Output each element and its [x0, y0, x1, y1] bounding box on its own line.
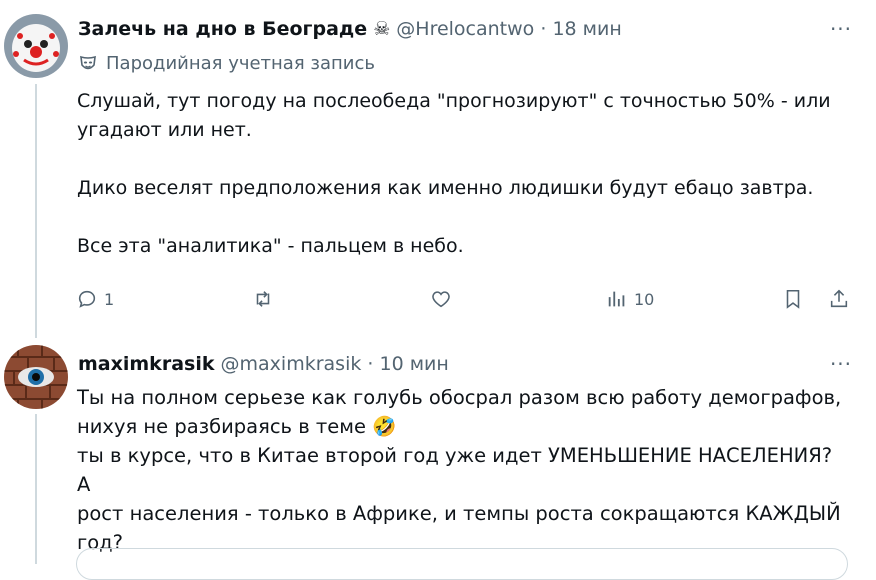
views-icon: [608, 291, 625, 307]
tweet-line: нихуя не разбираясь в теме 🤣: [77, 412, 847, 441]
parody-label-text: Пародийная учетная запись: [106, 53, 375, 74]
retweet-button[interactable]: [252, 284, 274, 314]
separator-dot: ·: [540, 18, 547, 40]
author-handle[interactable]: @maximkrasik: [221, 353, 362, 375]
rofl-emoji: 🤣: [372, 415, 397, 438]
tweet-text: Слушай, тут погоду на послеобеда "прогно…: [77, 87, 847, 261]
share-icon: [830, 289, 848, 308]
skull-icon: ☠: [373, 18, 391, 40]
avatar[interactable]: [4, 345, 68, 409]
tweet-text: Ты на полном серьезе как голубь обосрал …: [77, 383, 847, 557]
more-icon: ···: [829, 352, 853, 376]
tweet-line: ты в курсе, что в Китае второй год уже и…: [77, 444, 833, 496]
tweet-line: Ты на полном серьезе как голубь обосрал …: [77, 386, 842, 409]
author-name[interactable]: maximkrasik: [78, 353, 214, 375]
like-button[interactable]: [430, 284, 452, 314]
tweet-paragraph: Слушай, тут погоду на послеобеда "прогно…: [77, 90, 831, 141]
author-name[interactable]: Залечь на дно в Београде: [78, 18, 367, 40]
more-options-button[interactable]: ···: [828, 17, 854, 41]
more-options-button[interactable]: ···: [828, 352, 854, 376]
tweet-line: рост населения - только в Африке, и темп…: [77, 502, 841, 525]
tweet-header: Залечь на дно в Београде ☠ @Hrelocantwo …: [78, 16, 622, 42]
mask-icon: [80, 55, 96, 69]
reply-button[interactable]: 1: [76, 284, 114, 314]
tweet-line-text: нихуя не разбираясь в теме: [77, 415, 366, 438]
author-handle[interactable]: @Hrelocantwo: [396, 18, 534, 40]
tweet-header: maximkrasik @maximkrasik · 10 мин: [78, 351, 449, 377]
avatar[interactable]: [4, 14, 68, 78]
more-icon: ···: [829, 17, 853, 41]
bookmark-icon: [786, 289, 800, 309]
parody-label: Пародийная учетная запись: [78, 53, 375, 74]
thread-line: [35, 84, 37, 338]
heart-icon: [432, 291, 450, 308]
share-button[interactable]: [828, 284, 850, 314]
tweet-paragraph: Дико веселят предположения как именно лю…: [77, 177, 814, 199]
timestamp[interactable]: 10 мин: [380, 353, 449, 375]
reply-icon: [78, 290, 96, 308]
reply-count: 1: [104, 289, 115, 309]
separator-dot: ·: [367, 353, 374, 375]
tweet-paragraph: Все эта "аналитика" - пальцем в небо.: [77, 235, 464, 257]
reply-compose-box[interactable]: [76, 548, 848, 580]
retweet-icon: [256, 291, 270, 307]
tweet-actions: 1 10: [76, 284, 856, 314]
thread-line: [35, 414, 37, 564]
views-button[interactable]: 10: [606, 284, 654, 314]
timestamp[interactable]: 18 мин: [552, 18, 621, 40]
view-count: 10: [634, 289, 655, 309]
bookmark-button[interactable]: [782, 284, 804, 314]
